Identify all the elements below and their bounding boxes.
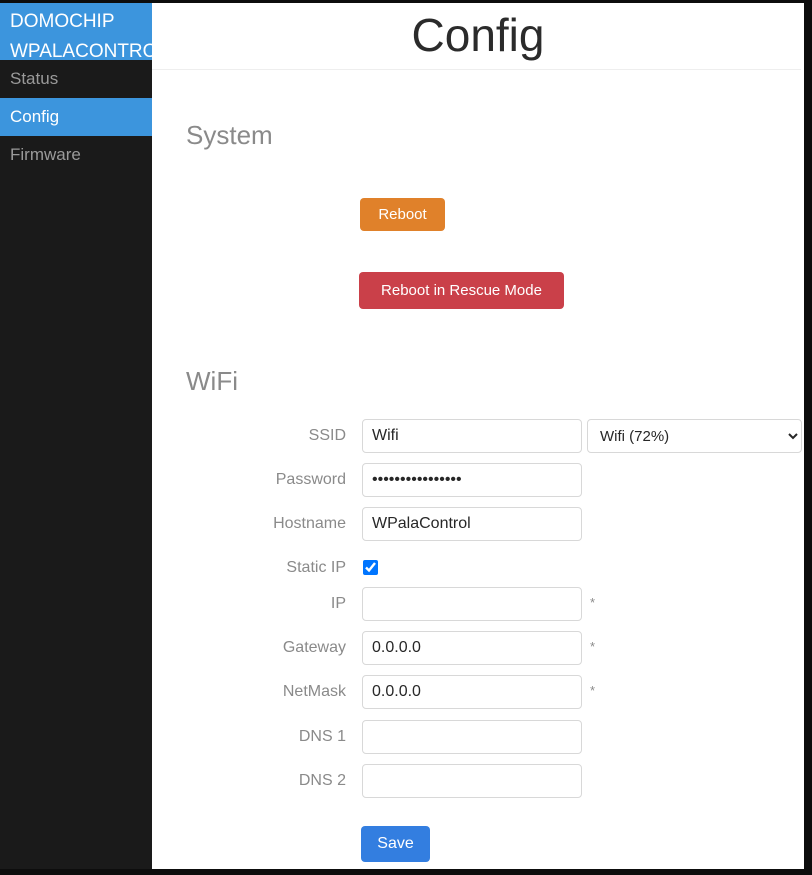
sidebar-navigation: DOMOCHIP WPALACONTROL Status Config Firm… — [0, 3, 152, 869]
page-title: Config — [411, 9, 545, 61]
reboot-rescue-mode-button[interactable]: Reboot in Rescue Mode — [359, 272, 564, 309]
netmask-required-marker: * — [590, 683, 596, 698]
password-input[interactable] — [362, 463, 582, 497]
dns2-label: DNS 2 — [298, 772, 346, 789]
netmask-input[interactable] — [362, 675, 582, 709]
main-content: Config System Reboot Reboot in Rescue Mo… — [152, 3, 804, 869]
sidebar-item-config[interactable]: Config — [0, 98, 152, 136]
dns1-label: DNS 1 — [298, 728, 346, 745]
sidebar-brand[interactable]: DOMOCHIP WPALACONTROL — [0, 3, 152, 60]
browser-viewport: DOMOCHIP WPALACONTROL Status Config Firm… — [0, 3, 804, 869]
gateway-label: Gateway — [282, 639, 346, 656]
netmask-label: NetMask — [282, 683, 346, 700]
wifi-section-title: WiFi — [186, 366, 238, 396]
static-ip-label: Static IP — [286, 559, 346, 576]
hostname-label: Hostname — [273, 515, 346, 532]
ssid-scan-select[interactable]: Wifi (72%) — [587, 419, 802, 453]
save-button[interactable]: Save — [361, 826, 430, 862]
ssid-label: SSID — [308, 427, 346, 444]
ip-required-marker: * — [590, 595, 596, 610]
system-section-title: System — [186, 120, 273, 150]
hostname-input[interactable] — [362, 507, 582, 541]
sidebar-brand-line1: DOMOCHIP — [10, 11, 115, 32]
sidebar-item-firmware[interactable]: Firmware — [0, 136, 152, 174]
ip-input[interactable] — [362, 587, 582, 621]
page-frame: DOMOCHIP WPALACONTROL Status Config Firm… — [0, 0, 812, 875]
sidebar-item-status[interactable]: Status — [0, 60, 152, 98]
dns1-input[interactable] — [362, 720, 582, 754]
reboot-button[interactable]: Reboot — [360, 198, 445, 231]
password-label: Password — [275, 471, 346, 488]
static-ip-checkbox[interactable] — [363, 560, 378, 575]
ip-label: IP — [330, 595, 346, 612]
dns2-input[interactable] — [362, 764, 582, 798]
ssid-input[interactable] — [362, 419, 582, 453]
sidebar-brand-line2: WPALACONTROL — [10, 41, 152, 60]
title-divider — [152, 69, 801, 70]
gateway-required-marker: * — [590, 639, 596, 654]
gateway-input[interactable] — [362, 631, 582, 665]
